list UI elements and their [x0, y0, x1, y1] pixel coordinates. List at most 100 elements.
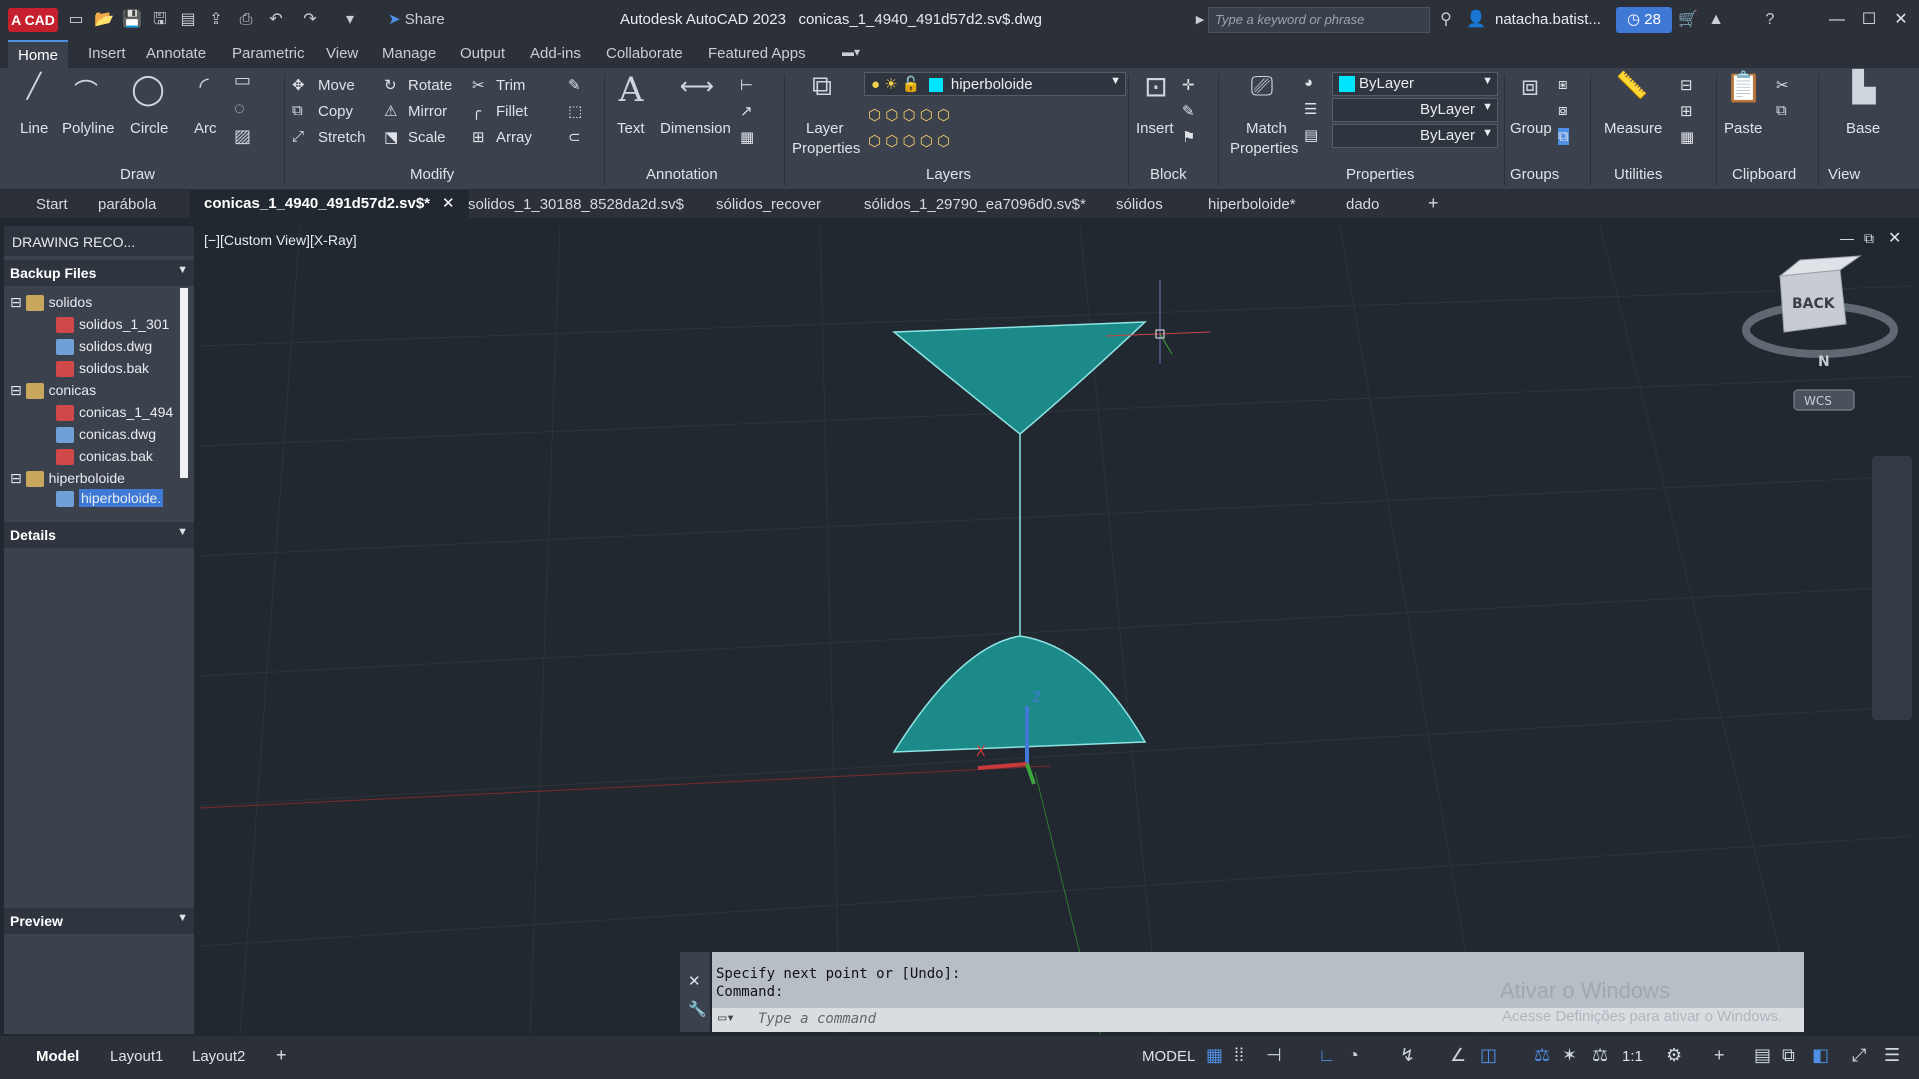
select-all-icon[interactable]: ⊞	[1680, 102, 1693, 120]
layers-group-label[interactable]: Layers	[926, 166, 971, 183]
tab-insert[interactable]: Insert	[88, 45, 126, 62]
autoscale-icon[interactable]: ✶	[1562, 1045, 1577, 1066]
publish-icon[interactable]: ▤	[178, 10, 198, 30]
units-icon[interactable]: ▤	[1754, 1045, 1771, 1066]
layer-tools-row1-icon[interactable]: ⬡ ⬡ ⬡ ⬡ ⬡	[868, 106, 950, 124]
viewport-minimize-icon[interactable]: —	[1840, 230, 1854, 246]
hyperboloid-upper-surface[interactable]	[891, 321, 1147, 435]
help-icon[interactable]: ?	[1760, 10, 1780, 30]
group-select-icon[interactable]: ⧉	[1558, 128, 1569, 145]
model-space-canvas[interactable]: X Z BACK N WCS	[200, 226, 1915, 1034]
snap-icon[interactable]: ⁞⁞	[1234, 1045, 1244, 1066]
multileader-icon[interactable]: ↗	[740, 102, 753, 120]
create-block-icon[interactable]: ✛	[1182, 76, 1195, 94]
tab-layout1[interactable]: Layout1	[110, 1048, 163, 1065]
new-tab-plus-icon[interactable]: +	[1428, 193, 1439, 214]
customization-menu-icon[interactable]: ☰	[1884, 1045, 1900, 1066]
group-edit-icon[interactable]: ⧇	[1558, 102, 1568, 119]
viewcube[interactable]: BACK N	[1742, 255, 1898, 370]
groups-group-label[interactable]: Groups	[1510, 166, 1559, 183]
add-layout-plus-icon[interactable]: +	[276, 1045, 287, 1066]
command-history-dropdown-icon[interactable]: ▭▾	[718, 1010, 735, 1026]
undo-icon[interactable]: ↶	[266, 10, 286, 30]
doc-tab-solidos-recover[interactable]: sólidos_recover	[716, 196, 821, 213]
modify-group-label[interactable]: Modify	[410, 166, 454, 183]
user-icon[interactable]: 👤	[1466, 10, 1486, 30]
search-icon[interactable]: ⚲	[1436, 10, 1456, 30]
preview-header[interactable]: Preview ▼	[4, 908, 194, 934]
object-snap-tracking-icon[interactable]: ∠	[1450, 1045, 1466, 1066]
navigation-bar[interactable]	[1872, 456, 1912, 720]
rectangle-icon[interactable]: ▭	[234, 70, 251, 91]
isodraft-icon[interactable]: ↯	[1400, 1045, 1415, 1066]
tree-item[interactable]: solidos.bak	[56, 360, 149, 378]
ortho-icon[interactable]: ∟	[1318, 1045, 1336, 1066]
layer-dropdown[interactable]: ● ☀ 🔓 hiperboloide ▼	[864, 72, 1126, 96]
doc-tab-solidos[interactable]: sólidos	[1116, 196, 1163, 213]
hyperboloid-lower-surface[interactable]	[892, 635, 1147, 753]
annotation-visibility-icon[interactable]: ⚖	[1534, 1045, 1550, 1066]
doc-tab-hiperboloide[interactable]: hiperboloide*	[1208, 196, 1296, 213]
viewport-controls-label[interactable]: [−][Custom View][X-Ray]	[204, 232, 357, 248]
tab-parametric[interactable]: Parametric	[232, 45, 305, 62]
linetype-dropdown[interactable]: ByLayer ▼	[1332, 98, 1498, 122]
tab-output[interactable]: Output	[460, 45, 505, 62]
tree-item[interactable]: conicas_1_494	[56, 404, 173, 422]
search-input[interactable]: Type a keyword or phrase	[1208, 7, 1430, 33]
view-group-label[interactable]: View	[1828, 166, 1860, 183]
redo-icon[interactable]: ↷	[300, 10, 320, 30]
open-icon[interactable]: 📂	[94, 10, 114, 30]
properties-group-label[interactable]: Properties	[1346, 166, 1414, 183]
tree-item[interactable]: conicas.bak	[56, 448, 153, 466]
wcs-menu[interactable]: WCS	[1793, 389, 1855, 411]
quick-properties-icon[interactable]: ⧉	[1782, 1045, 1795, 1066]
ellipse-icon[interactable]: ◌	[234, 98, 245, 119]
transparency-icon[interactable]: ▤	[1304, 126, 1318, 144]
tab-add-ins[interactable]: Add-ins	[530, 45, 581, 62]
doc-tab-conicas[interactable]: conicas_1_4940_491d57d2.sv$* ✕	[190, 190, 469, 218]
doc-tab-start[interactable]: Start	[36, 196, 68, 213]
annotation-monitor-icon[interactable]: +	[1714, 1045, 1725, 1066]
tree-item[interactable]: solidos_1_301	[56, 316, 169, 334]
viewport-close-icon[interactable]: ✕	[1888, 228, 1901, 248]
cart-icon[interactable]: 🛒	[1678, 10, 1698, 30]
save-as-icon[interactable]: 🖫	[150, 10, 170, 30]
block-group-label[interactable]: Block	[1150, 166, 1187, 183]
offset-icon[interactable]: ⊂	[568, 128, 581, 146]
cut-icon[interactable]: ✂	[1776, 76, 1789, 94]
tab-home[interactable]: Home	[8, 40, 69, 68]
tree-scrollbar[interactable]	[180, 288, 188, 478]
color-dropdown[interactable]: ByLayer ▼	[1332, 72, 1498, 96]
object-snap-icon[interactable]: ◫	[1480, 1045, 1497, 1066]
model-space-toggle[interactable]: MODEL	[1142, 1048, 1195, 1065]
table-icon[interactable]: ▦	[740, 128, 754, 146]
autocad-logo[interactable]: A CAD	[8, 8, 58, 32]
tab-layout2[interactable]: Layout2	[192, 1048, 245, 1065]
tree-item[interactable]: conicas.dwg	[56, 426, 156, 444]
clipboard-group-label[interactable]: Clipboard	[1732, 166, 1796, 183]
quick-access-dropdown-icon[interactable]: ▾	[340, 10, 360, 30]
workspace-gear-icon[interactable]: ⚙	[1666, 1045, 1682, 1066]
maximize-button[interactable]: ☐	[1854, 8, 1884, 32]
details-header[interactable]: Details ▼	[4, 522, 194, 548]
explode-icon[interactable]: ⬚	[568, 102, 582, 120]
attribute-icon[interactable]: ⚑	[1182, 128, 1195, 146]
tree-folder-solidos[interactable]: ⊟ solidos	[10, 294, 92, 312]
tree-item[interactable]: solidos.dwg	[56, 338, 152, 356]
tab-collaborate[interactable]: Collaborate	[606, 45, 683, 62]
doc-tab-dado[interactable]: dado	[1346, 196, 1379, 213]
autodesk-app-icon[interactable]: ▲	[1706, 10, 1726, 30]
close-button[interactable]: ✕	[1886, 8, 1916, 32]
doc-tab-solidos-1[interactable]: solidos_1_30188_8528da2d.sv$	[468, 196, 684, 213]
lineweight-dropdown[interactable]: ByLayer ▼	[1332, 124, 1498, 148]
polar-tracking-icon[interactable]: ◔	[1348, 1045, 1359, 1066]
tab-featured-apps[interactable]: Featured Apps	[708, 45, 806, 62]
backup-files-header[interactable]: Backup Files ▼	[4, 260, 194, 286]
ungroup-icon[interactable]: ⧆	[1558, 76, 1568, 93]
clean-screen-icon[interactable]: ⤢	[1852, 1045, 1866, 1066]
annotation-scale-icon[interactable]: ⚖	[1592, 1045, 1608, 1066]
trial-badge[interactable]: ◷ 28	[1616, 7, 1672, 33]
utilities-group-label[interactable]: Utilities	[1614, 166, 1662, 183]
doc-tab-parabola[interactable]: parábola	[98, 196, 156, 213]
tab-manage[interactable]: Manage	[382, 45, 436, 62]
